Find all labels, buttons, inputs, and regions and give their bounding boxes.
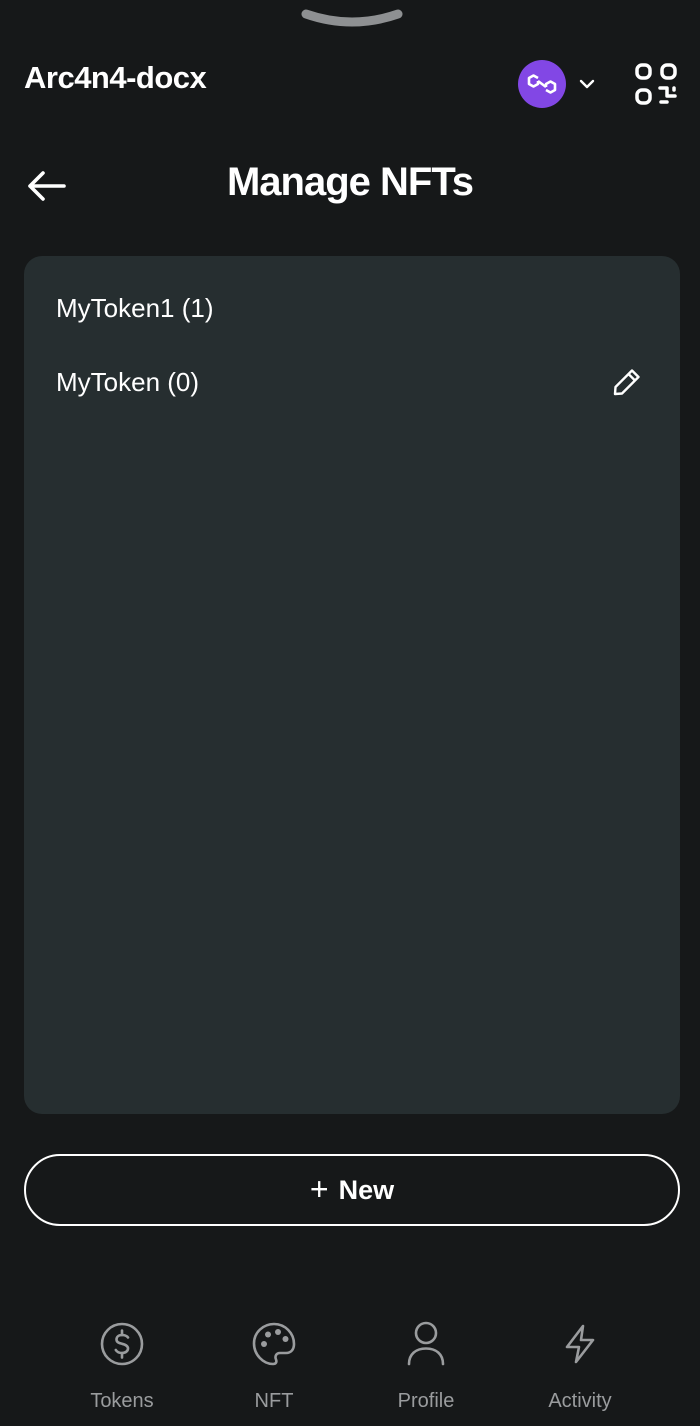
page-title: Manage NFTs	[226, 160, 474, 204]
list-item[interactable]: MyToken (0)	[56, 360, 648, 404]
chevron-down-icon	[576, 73, 598, 95]
plus-icon: +	[309, 1170, 329, 1207]
new-collection-button[interactable]: + New	[24, 1154, 680, 1226]
pencil-icon[interactable]	[610, 365, 644, 399]
nft-collections-list: MyToken1 (1) MyToken (0)	[24, 256, 680, 1114]
nav-item-profile[interactable]: Profile	[350, 1318, 502, 1418]
list-item[interactable]: MyToken1 (1)	[56, 286, 648, 330]
nav-item-tokens[interactable]: Tokens	[46, 1318, 198, 1418]
qr-code-icon[interactable]	[634, 62, 678, 106]
collection-label: MyToken (0)	[56, 366, 200, 397]
dollar-circle-icon	[98, 1318, 146, 1370]
lightning-icon	[556, 1318, 604, 1370]
new-button-label: New	[338, 1174, 395, 1205]
user-icon	[402, 1318, 450, 1370]
nav-label: Profile	[397, 1390, 455, 1412]
nav-label: Activity	[548, 1390, 612, 1412]
network-selector[interactable]	[518, 60, 598, 108]
polygon-icon	[518, 60, 566, 108]
wallet-name[interactable]: Arc4n4-docx	[24, 60, 207, 96]
nav-label: Tokens	[90, 1390, 154, 1412]
palette-icon	[250, 1318, 298, 1370]
bottom-nav: Tokens NFT Profile Activity	[0, 1318, 700, 1418]
collection-label: MyToken1 (1)	[56, 292, 214, 323]
nav-item-nft[interactable]: NFT	[198, 1318, 350, 1418]
nav-label: NFT	[254, 1390, 294, 1412]
manage-nfts-screen: Arc4n4-docx Manage NFTs MyToken1 (1) MyT…	[0, 0, 700, 1426]
nav-item-activity[interactable]: Activity	[504, 1318, 656, 1418]
collapse-handle-icon[interactable]	[300, 6, 404, 30]
